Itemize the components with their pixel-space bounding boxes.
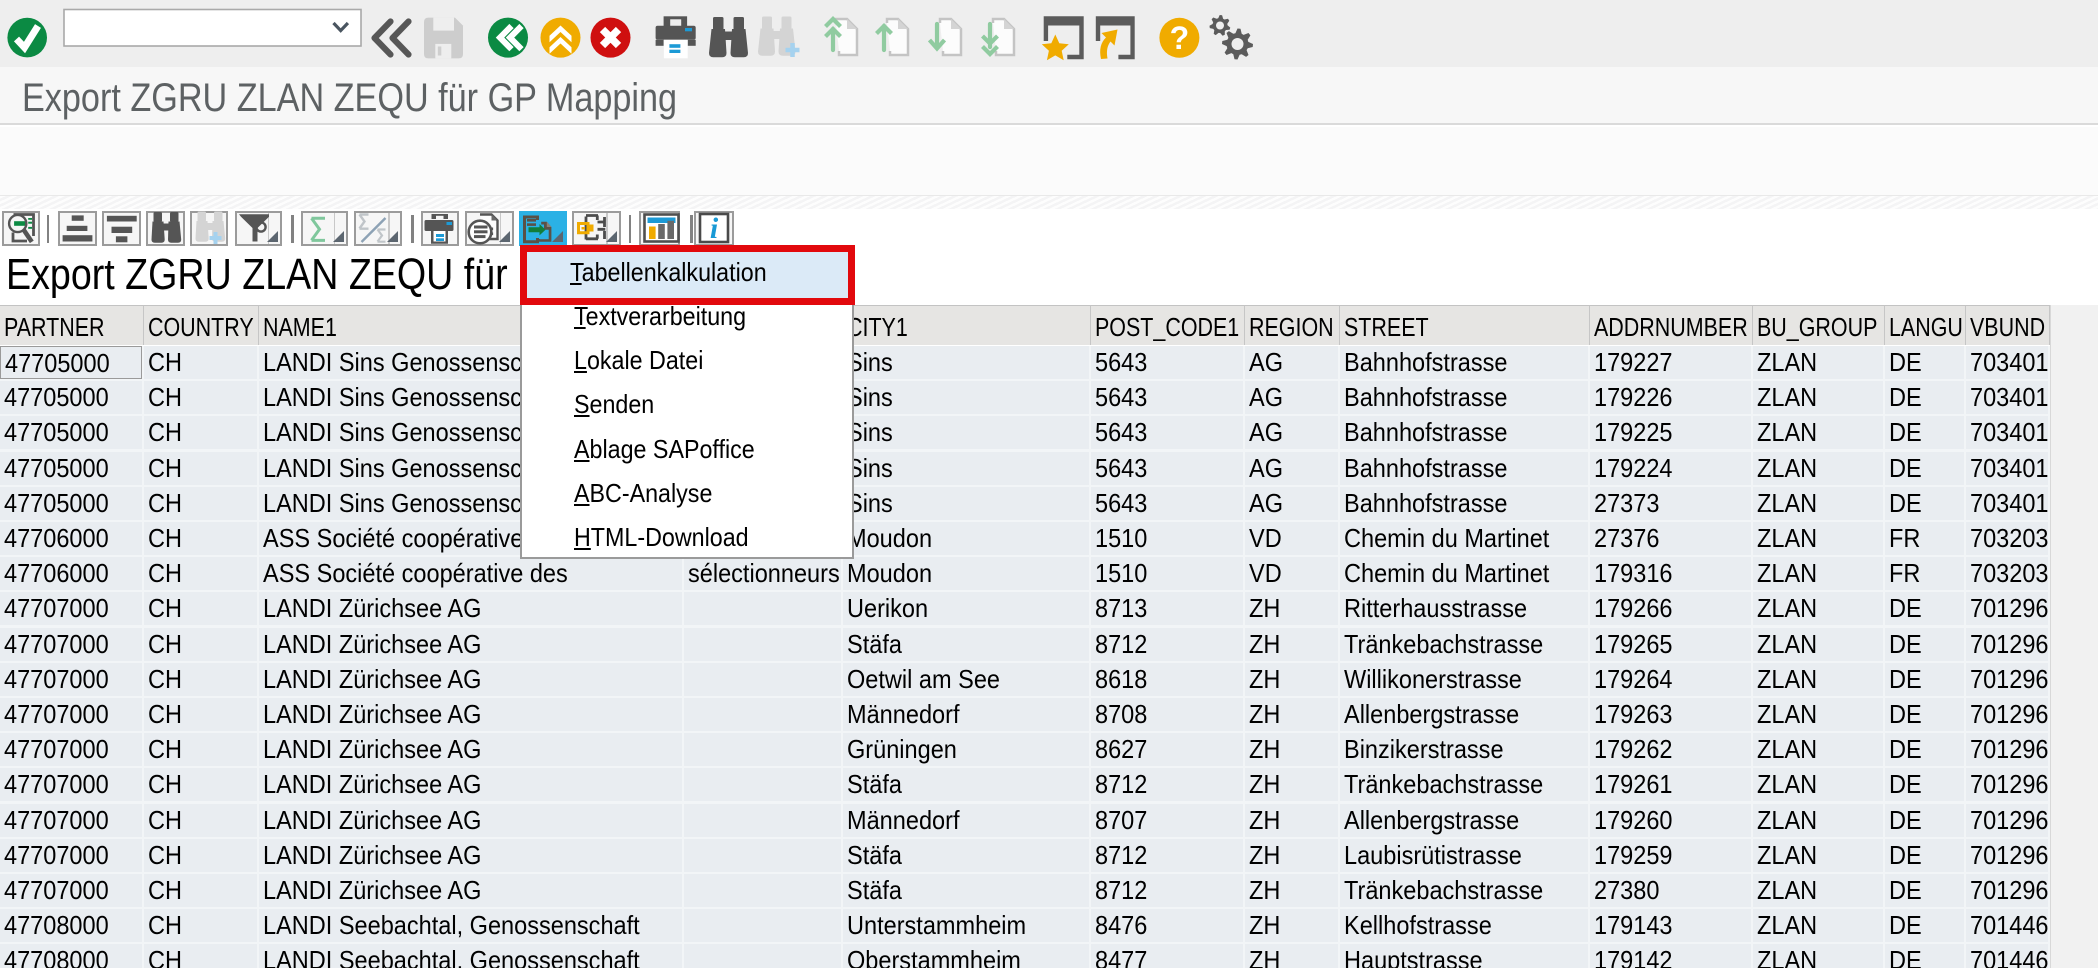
svg-text:i: i	[710, 212, 719, 245]
svg-text:?: ?	[1170, 20, 1190, 56]
